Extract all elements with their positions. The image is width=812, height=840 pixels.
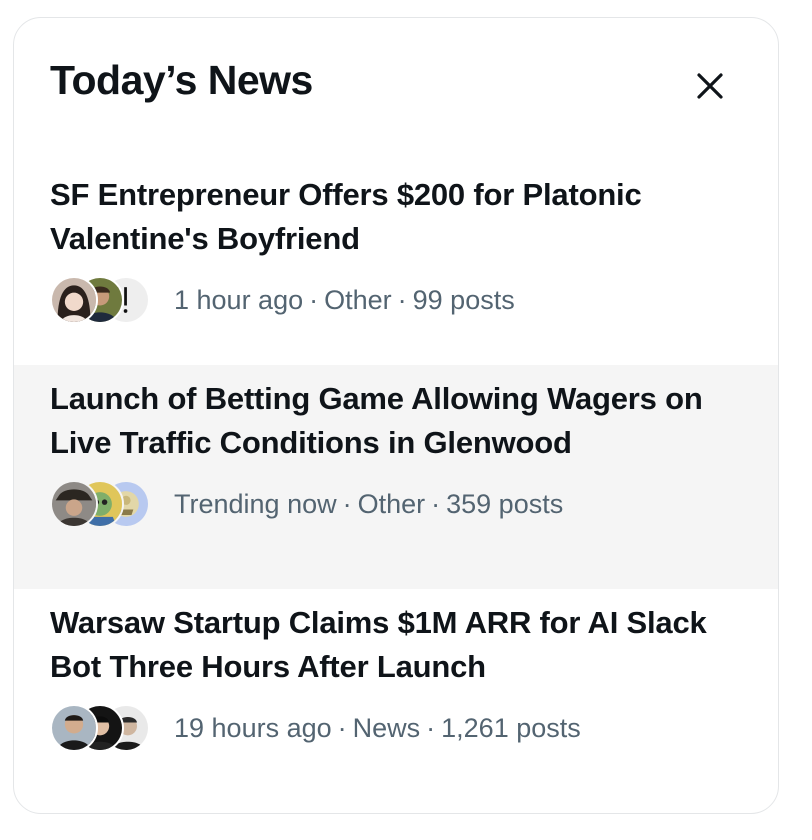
news-category: News	[352, 713, 421, 743]
todays-news-card: Today’s News SF Entrepreneur Offers $200…	[13, 17, 779, 814]
news-time: Trending now	[174, 489, 337, 519]
card-title: Today’s News	[50, 57, 313, 103]
meta-separator: ·	[397, 285, 407, 315]
news-category: Other	[357, 489, 426, 519]
avatar	[50, 480, 98, 528]
avatar-stack	[50, 276, 154, 324]
news-meta-text: 19 hours ago · News · 1,261 posts	[174, 704, 581, 752]
meta-separator: ·	[426, 713, 436, 743]
news-post-count: 1,261 posts	[441, 713, 581, 743]
avatar-stack	[50, 704, 154, 752]
avatar-stack	[50, 480, 154, 528]
meta-separator: ·	[431, 489, 441, 519]
meta-separator: ·	[342, 489, 352, 519]
avatar	[50, 704, 98, 752]
news-time: 19 hours ago	[174, 713, 332, 743]
avatar	[50, 276, 98, 324]
news-post-count: 99 posts	[412, 285, 515, 315]
news-meta: Trending now · Other · 359 posts	[50, 480, 563, 528]
news-item[interactable]: SF Entrepreneur Offers $200 for Platonic…	[14, 161, 778, 385]
news-meta: 19 hours ago · News · 1,261 posts	[50, 704, 581, 752]
card-header: Today’s News	[14, 18, 778, 148]
news-meta-text: 1 hour ago · Other · 99 posts	[174, 276, 515, 324]
news-post-count: 359 posts	[446, 489, 564, 519]
news-headline: Warsaw Startup Claims $1M ARR for AI Sla…	[50, 605, 707, 684]
meta-separator: ·	[309, 285, 319, 315]
close-icon	[697, 73, 723, 99]
news-meta: 1 hour ago · Other · 99 posts	[50, 276, 515, 324]
news-time: 1 hour ago	[174, 285, 304, 315]
news-meta-text: Trending now · Other · 359 posts	[174, 480, 563, 528]
news-headline: Launch of Betting Game Allowing Wagers o…	[50, 381, 703, 460]
news-headline: SF Entrepreneur Offers $200 for Platonic…	[50, 177, 642, 256]
news-category: Other	[324, 285, 392, 315]
news-item[interactable]: Warsaw Startup Claims $1M ARR for AI Sla…	[14, 589, 778, 813]
meta-separator: ·	[337, 713, 347, 743]
close-button[interactable]	[682, 58, 738, 114]
news-item[interactable]: Launch of Betting Game Allowing Wagers o…	[14, 365, 778, 589]
